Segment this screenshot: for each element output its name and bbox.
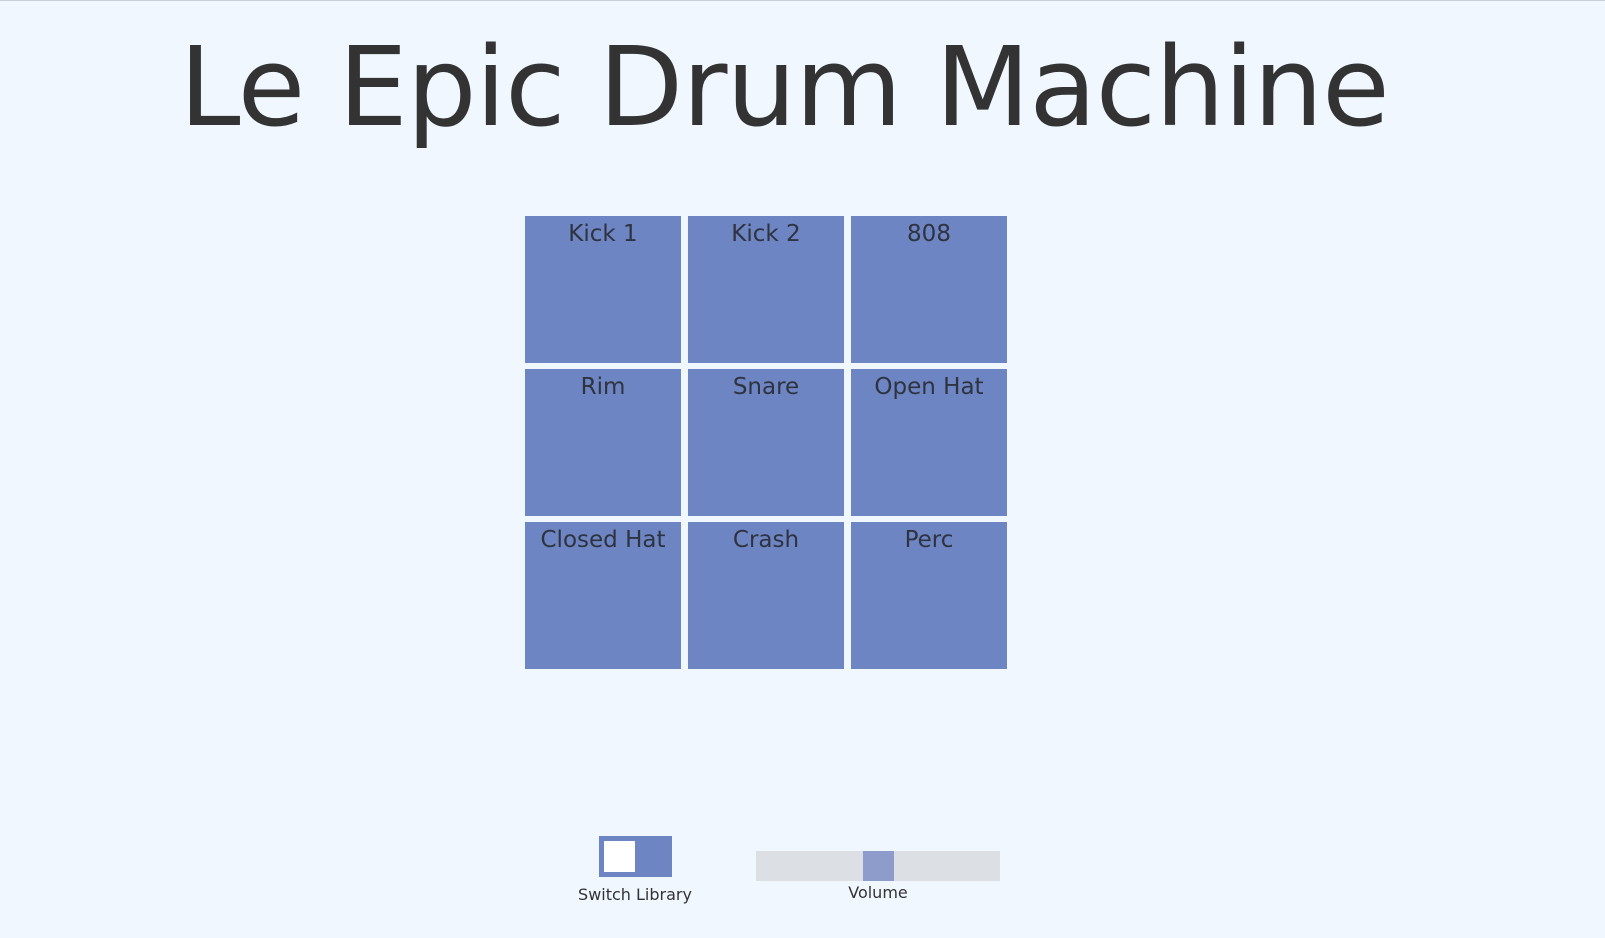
volume-group: Volume bbox=[756, 851, 1000, 902]
drum-pad-rim[interactable]: Rim bbox=[525, 369, 681, 516]
drum-pad-snare[interactable]: Snare bbox=[688, 369, 844, 516]
library-switch-toggle[interactable] bbox=[598, 836, 672, 877]
drum-pad-crash[interactable]: Crash bbox=[688, 522, 844, 669]
drum-pad-kick-1[interactable]: Kick 1 bbox=[525, 216, 681, 363]
drum-pad-open-hat[interactable]: Open Hat bbox=[851, 369, 1007, 516]
drum-pad-perc[interactable]: Perc bbox=[851, 522, 1007, 669]
drum-pad-808[interactable]: 808 bbox=[851, 216, 1007, 363]
controls-bar: Switch Library Volume bbox=[0, 836, 1605, 916]
library-switch-knob[interactable] bbox=[603, 841, 635, 872]
drum-pad-kick-2[interactable]: Kick 2 bbox=[688, 216, 844, 363]
page-title: Le Epic Drum Machine bbox=[179, 23, 1390, 151]
drum-pad-grid: Kick 1 Kick 2 808 Rim Snare Open Hat Clo… bbox=[525, 216, 1007, 669]
library-switch-group: Switch Library bbox=[576, 836, 694, 904]
drum-pad-closed-hat[interactable]: Closed Hat bbox=[525, 522, 681, 669]
volume-slider-track[interactable] bbox=[756, 851, 1000, 881]
top-border bbox=[0, 0, 1605, 1]
library-switch-label: Switch Library bbox=[578, 885, 692, 904]
volume-label: Volume bbox=[848, 883, 908, 902]
volume-slider-thumb[interactable] bbox=[863, 851, 894, 881]
